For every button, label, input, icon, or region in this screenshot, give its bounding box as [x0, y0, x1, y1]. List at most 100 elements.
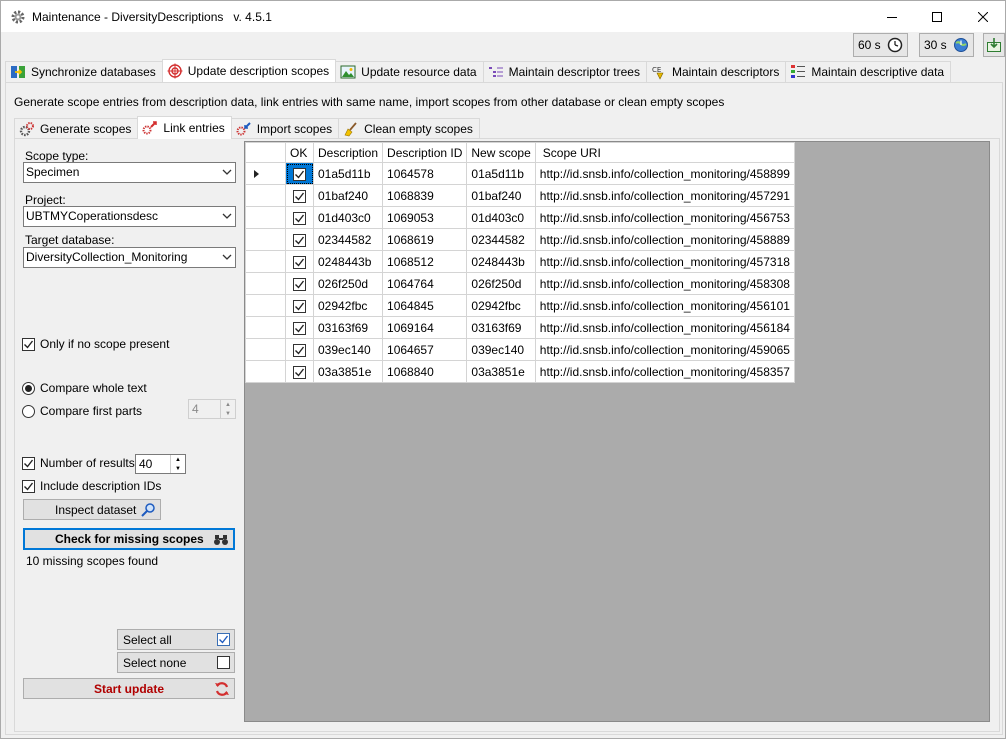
- ok-checkbox[interactable]: [293, 299, 306, 313]
- column-header-description[interactable]: Description: [312, 142, 384, 163]
- select-all-button[interactable]: Select all: [117, 629, 235, 650]
- tab-synchronize-databases[interactable]: Synchronize databases: [5, 61, 163, 82]
- ok-cell[interactable]: [285, 294, 314, 317]
- description-id-cell[interactable]: 1069053: [382, 206, 468, 229]
- project-select[interactable]: UBTMYCoperationsdesc: [23, 206, 236, 227]
- ok-cell[interactable]: [285, 162, 314, 185]
- include-description-ids-checkbox[interactable]: Include description IDs: [22, 479, 161, 493]
- scope-type-select[interactable]: Specimen: [23, 162, 236, 183]
- row-header[interactable]: [245, 316, 286, 339]
- description-cell[interactable]: 02942fbc: [312, 294, 384, 317]
- select-none-button[interactable]: Select none: [117, 652, 235, 673]
- tab-maintain-descriptive-data[interactable]: Maintain descriptive data: [785, 61, 952, 82]
- description-id-cell[interactable]: 1068619: [382, 228, 468, 251]
- column-header-scope-uri[interactable]: Scope URI: [534, 142, 795, 163]
- maximize-button[interactable]: [914, 1, 960, 32]
- description-id-cell[interactable]: 1069164: [382, 316, 468, 339]
- scope-uri-cell[interactable]: http://id.snsb.info/collection_monitorin…: [534, 338, 795, 361]
- ok-cell[interactable]: [285, 184, 314, 207]
- ok-checkbox[interactable]: [293, 211, 306, 225]
- start-update-button[interactable]: Start update: [23, 678, 235, 699]
- scope-uri-cell[interactable]: http://id.snsb.info/collection_monitorin…: [534, 228, 795, 251]
- row-header[interactable]: [245, 206, 286, 229]
- new-scope-cell[interactable]: 01a5d11b: [466, 162, 536, 185]
- stepper-buttons[interactable]: ▲ ▼: [170, 455, 185, 473]
- table-row[interactable]: 01baf240 1068839 01baf240 http://id.snsb.in…: [245, 184, 795, 207]
- ok-cell[interactable]: [285, 338, 314, 361]
- row-header[interactable]: [245, 162, 286, 185]
- ok-checkbox[interactable]: [293, 343, 306, 357]
- row-header[interactable]: [245, 184, 286, 207]
- number-of-results-checkbox[interactable]: Number of results:: [22, 456, 138, 470]
- scope-uri-cell[interactable]: http://id.snsb.info/collection_monitorin…: [534, 162, 795, 185]
- row-header[interactable]: [245, 250, 286, 273]
- tab-update-description-scopes[interactable]: Update description scopes: [161, 59, 337, 82]
- scope-uri-cell[interactable]: http://id.snsb.info/collection_monitorin…: [534, 184, 795, 207]
- check-missing-scopes-button[interactable]: Check for missing scopes: [23, 528, 235, 550]
- tab-maintain-descriptor-trees[interactable]: Maintain descriptor trees: [482, 61, 647, 82]
- inspect-dataset-button[interactable]: Inspect dataset: [23, 499, 161, 520]
- ok-checkbox[interactable]: [293, 255, 306, 269]
- description-cell[interactable]: 026f250d: [312, 272, 384, 295]
- target-database-select[interactable]: DiversityCollection_Monitoring: [23, 247, 236, 268]
- compare-first-parts-radio[interactable]: Compare first parts: [22, 404, 142, 418]
- tab-maintain-descriptors[interactable]: CE Maintain descriptors: [645, 61, 787, 82]
- ok-cell[interactable]: [285, 206, 314, 229]
- table-row[interactable]: 02942fbc 1064845 02942fbc http://id.snsb.in…: [245, 294, 795, 317]
- compare-whole-text-radio[interactable]: Compare whole text: [22, 381, 147, 395]
- ok-checkbox[interactable]: [293, 321, 306, 335]
- row-header[interactable]: [245, 338, 286, 361]
- ok-checkbox[interactable]: [293, 277, 306, 291]
- number-of-results-stepper[interactable]: 40 ▲ ▼: [135, 454, 186, 474]
- scope-uri-cell[interactable]: http://id.snsb.info/collection_monitorin…: [534, 316, 795, 339]
- timer-30-button[interactable]: 30 s: [919, 33, 974, 57]
- new-scope-cell[interactable]: 01d403c0: [466, 206, 536, 229]
- table-row[interactable]: 026f250d 1064764 026f250d http://id.snsb.in…: [245, 272, 795, 295]
- table-row[interactable]: 02344582 1068619 02344582 http://id.snsb.in…: [245, 228, 795, 251]
- scope-uri-cell[interactable]: http://id.snsb.info/collection_monitorin…: [534, 360, 795, 383]
- new-scope-cell[interactable]: 03a3851e: [466, 360, 536, 383]
- ok-cell[interactable]: [285, 316, 314, 339]
- ok-cell[interactable]: [285, 360, 314, 383]
- ok-cell[interactable]: [285, 272, 314, 295]
- new-scope-cell[interactable]: 02344582: [466, 228, 536, 251]
- tab-import-scopes[interactable]: Import scopes: [230, 118, 340, 139]
- row-header[interactable]: [245, 294, 286, 317]
- description-cell[interactable]: 03163f69: [312, 316, 384, 339]
- column-header-ok[interactable]: OK: [285, 142, 314, 163]
- new-scope-cell[interactable]: 02942fbc: [466, 294, 536, 317]
- ok-cell[interactable]: [285, 228, 314, 251]
- column-header-description-id[interactable]: Description ID: [382, 142, 468, 163]
- close-button[interactable]: [960, 1, 1006, 32]
- description-id-cell[interactable]: 1064845: [382, 294, 468, 317]
- table-row[interactable]: 039ec140 1064657 039ec140 http://id.snsb.in…: [245, 338, 795, 361]
- description-cell[interactable]: 0248443b: [312, 250, 384, 273]
- description-cell[interactable]: 01a5d11b: [312, 162, 384, 185]
- description-id-cell[interactable]: 1064578: [382, 162, 468, 185]
- column-header-new-scope[interactable]: New scope: [466, 142, 536, 163]
- minimize-button[interactable]: [869, 1, 915, 32]
- description-cell[interactable]: 01baf240: [312, 184, 384, 207]
- ok-cell[interactable]: [285, 250, 314, 273]
- table-row[interactable]: 01d403c0 1069053 01d403c0 http://id.snsb.in…: [245, 206, 795, 229]
- tab-update-resource-data[interactable]: Update resource data: [335, 61, 484, 82]
- description-id-cell[interactable]: 1068839: [382, 184, 468, 207]
- tab-generate-scopes[interactable]: Generate scopes: [14, 118, 139, 139]
- row-header[interactable]: [245, 228, 286, 251]
- table-row[interactable]: 03163f69 1069164 03163f69 http://id.snsb.in…: [245, 316, 795, 339]
- description-cell[interactable]: 039ec140: [312, 338, 384, 361]
- new-scope-cell[interactable]: 0248443b: [466, 250, 536, 273]
- ok-checkbox[interactable]: [293, 365, 306, 379]
- stepper-buttons[interactable]: ▲ ▼: [220, 400, 235, 418]
- table-row[interactable]: 0248443b 1068512 0248443b http://id.snsb.in…: [245, 250, 795, 273]
- table-row[interactable]: 01a5d11b 1064578 01a5d11b http://id.snsb.in…: [245, 162, 795, 185]
- table-row[interactable]: 03a3851e 1068840 03a3851e http://id.snsb.in…: [245, 360, 795, 383]
- description-cell[interactable]: 03a3851e: [312, 360, 384, 383]
- description-id-cell[interactable]: 1068840: [382, 360, 468, 383]
- tab-clean-empty-scopes[interactable]: Clean empty scopes: [338, 118, 480, 139]
- export-button[interactable]: [983, 33, 1005, 57]
- description-id-cell[interactable]: 1064657: [382, 338, 468, 361]
- new-scope-cell[interactable]: 03163f69: [466, 316, 536, 339]
- description-cell[interactable]: 02344582: [312, 228, 384, 251]
- new-scope-cell[interactable]: 039ec140: [466, 338, 536, 361]
